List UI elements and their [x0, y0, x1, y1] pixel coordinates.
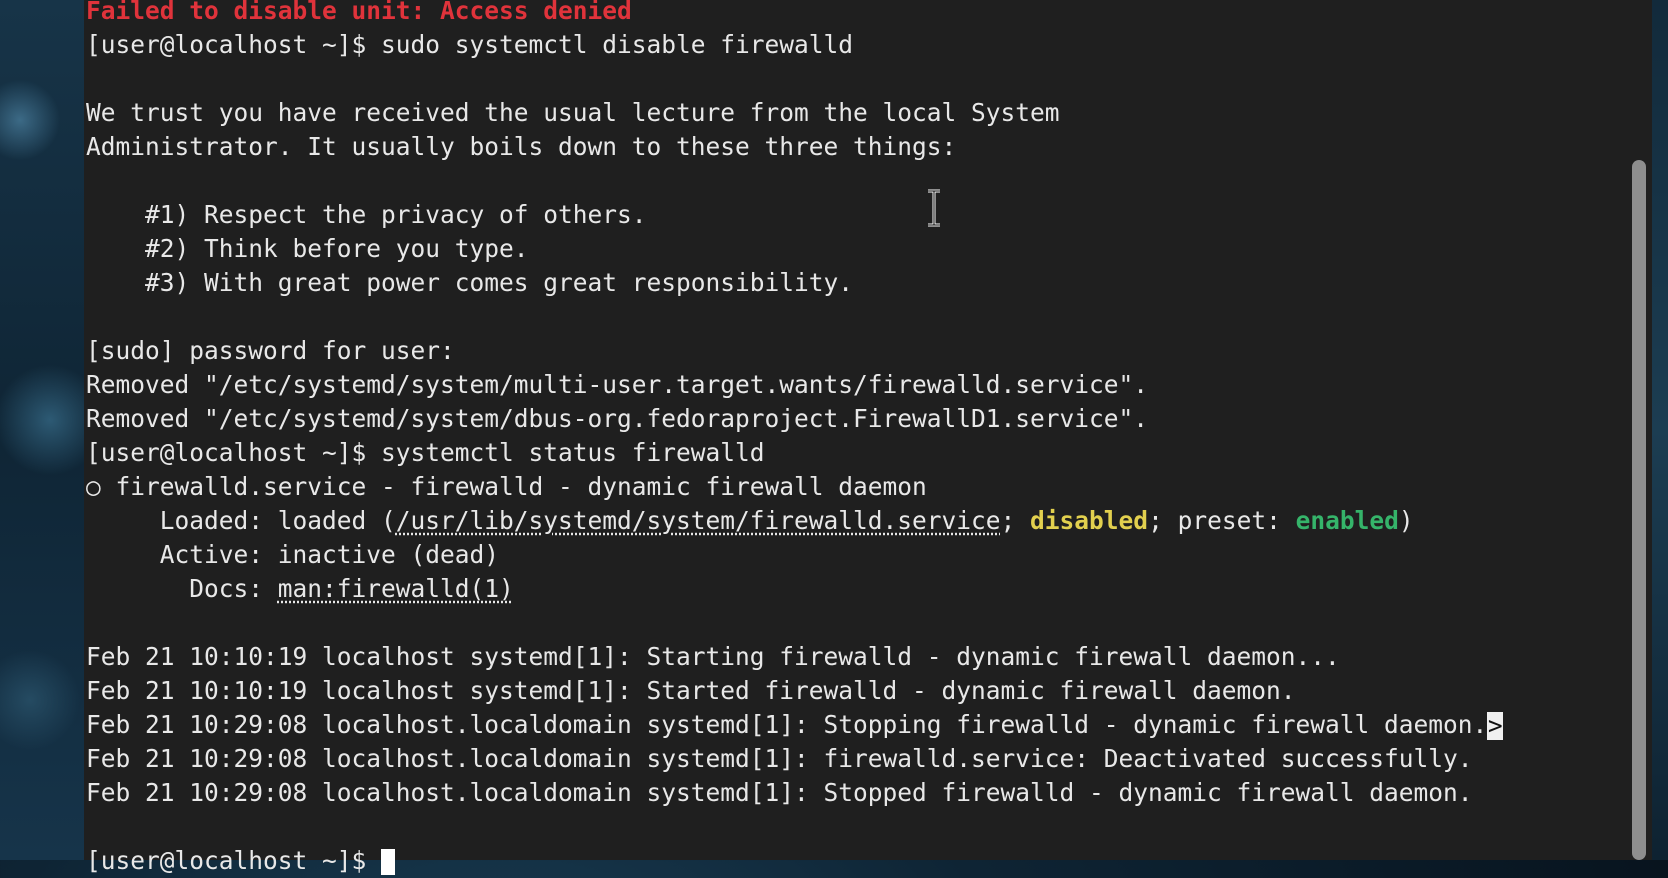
desktop-wallpaper-right	[1652, 0, 1668, 860]
scrollbar-thumb[interactable]	[1632, 160, 1646, 860]
log-line-text: Feb 21 10:29:08 localhost.localdomain sy…	[86, 710, 1488, 739]
output-line: Removed "/etc/systemd/system/dbus-org.fe…	[86, 404, 1149, 433]
active-line: Active: inactive (dead)	[86, 540, 500, 569]
log-line: Feb 21 10:29:08 localhost.localdomain sy…	[86, 708, 1504, 742]
ibeam-cursor-icon	[928, 189, 940, 227]
loaded-line: Loaded: loaded (/usr/lib/systemd/system/…	[86, 504, 1503, 538]
output-line: Removed "/etc/systemd/system/multi-user.…	[86, 370, 1149, 399]
shell-prompt: [user@localhost ~]$	[86, 846, 382, 875]
terminal-output: Failed to disable unit: Access denied [u…	[86, 0, 1504, 878]
error-line: Failed to disable unit: Access denied	[86, 0, 632, 25]
text-cursor	[381, 849, 396, 875]
desktop-wallpaper	[0, 0, 84, 860]
lecture-line: Administrator. It usually boils down to …	[86, 132, 957, 161]
lecture-rule-line: #1) Respect the privacy of others.	[86, 200, 647, 229]
lecture-rule-line: #3) With great power comes great respons…	[86, 268, 854, 297]
service-header-line: ○ firewalld.service - firewalld - dynami…	[86, 472, 927, 501]
lecture-rule-line: #2) Think before you type.	[86, 234, 529, 263]
log-line: Feb 21 10:29:08 localhost.localdomain sy…	[86, 778, 1473, 807]
preset-label: ; preset:	[1148, 506, 1296, 535]
loaded-suffix: )	[1398, 506, 1414, 535]
sudo-password-prompt: [sudo] password for user:	[86, 336, 455, 365]
unit-state-disabled: disabled	[1030, 506, 1149, 535]
current-prompt-line[interactable]: [user@localhost ~]$	[86, 844, 1503, 878]
terminal-window[interactable]: Failed to disable unit: Access denied [u…	[84, 0, 1652, 875]
docs-man-link[interactable]: man:firewalld(1)	[278, 574, 514, 603]
log-line: Feb 21 10:10:19 localhost systemd[1]: St…	[86, 676, 1296, 705]
command-line: [user@localhost ~]$ systemctl status fir…	[86, 438, 765, 467]
log-line: Feb 21 10:10:19 localhost systemd[1]: St…	[86, 642, 1340, 671]
docs-prefix: Docs:	[86, 574, 278, 603]
line-truncated-marker: >	[1487, 711, 1504, 740]
command-line: [user@localhost ~]$ sudo systemctl disab…	[86, 30, 854, 59]
log-line: Feb 21 10:29:08 localhost.localdomain sy…	[86, 744, 1473, 773]
loaded-sep: ;	[1000, 506, 1031, 535]
loaded-prefix: Loaded: loaded (	[86, 506, 396, 535]
unit-file-path-link[interactable]: /usr/lib/systemd/system/firewalld.servic…	[396, 506, 1001, 535]
lecture-line: We trust you have received the usual lec…	[86, 98, 1060, 127]
docs-line: Docs: man:firewalld(1)	[86, 572, 1503, 606]
preset-state-enabled: enabled	[1295, 506, 1399, 535]
vertical-scrollbar[interactable]	[1632, 0, 1646, 860]
